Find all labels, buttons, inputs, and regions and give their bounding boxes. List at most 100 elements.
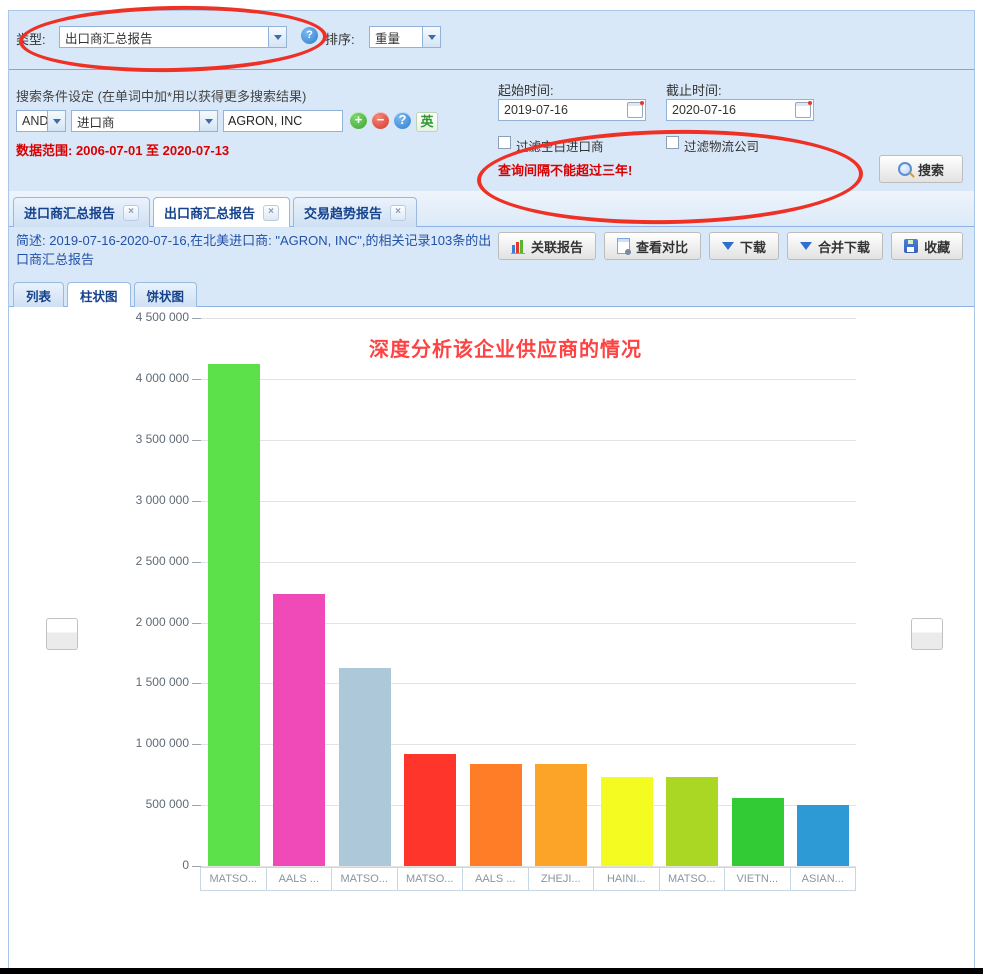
- y-axis-label: 0: [49, 858, 189, 872]
- bar[interactable]: [732, 798, 784, 866]
- search-field-select[interactable]: 进口商: [71, 110, 218, 132]
- download-button[interactable]: 下载: [709, 232, 779, 260]
- boolean-operator-select[interactable]: AND: [16, 110, 66, 132]
- start-date-field[interactable]: 2019-07-16: [498, 99, 646, 121]
- search-button[interactable]: 搜索: [879, 155, 963, 183]
- gridline: [201, 501, 856, 502]
- filter-logistics-checkbox[interactable]: [666, 136, 679, 149]
- bar[interactable]: [535, 764, 587, 866]
- y-axis-label: 4 500 000: [49, 310, 189, 324]
- chart-icon: [511, 239, 525, 254]
- chevron-down-icon[interactable]: [268, 27, 286, 47]
- filter-blank-importer-checkbox[interactable]: [498, 136, 511, 149]
- y-axis-label: 1 000 000: [49, 736, 189, 750]
- gridline: [201, 318, 856, 319]
- tick-mark: [192, 805, 201, 806]
- report-type-value: 出口商汇总报告: [60, 28, 268, 47]
- x-axis-label: ZHEJI...: [528, 867, 595, 891]
- end-date-field[interactable]: 2020-07-16: [666, 99, 814, 121]
- help-icon[interactable]: ?: [301, 27, 318, 44]
- tab-label: 饼状图: [147, 286, 185, 305]
- merge-download-button[interactable]: 合并下载: [787, 232, 883, 260]
- tab-close-icon[interactable]: ×: [390, 205, 406, 221]
- help-icon[interactable]: ?: [394, 112, 411, 129]
- y-axis-label: 1 500 000: [49, 675, 189, 689]
- report-type-select[interactable]: 出口商汇总报告: [59, 26, 287, 48]
- button-label: 查看对比: [636, 237, 688, 256]
- filter-logistics-label: 过滤物流公司: [684, 136, 759, 155]
- chart-title: 深度分析该企业供应商的情况: [369, 333, 642, 362]
- tab-label: 列表: [26, 286, 51, 305]
- type-toolbar: 类型: 出口商汇总报告 ? 排序: 重量: [9, 11, 974, 70]
- view-tab[interactable]: 饼状图: [134, 282, 198, 307]
- filter-blank-importer-label: 过滤空白进口商: [516, 136, 604, 155]
- chevron-down-icon[interactable]: [47, 111, 65, 131]
- tab-close-icon[interactable]: ×: [123, 205, 139, 221]
- button-label: 下载: [740, 237, 766, 256]
- action-button-bar: 关联报告 查看对比 下载 合并下载 收藏: [498, 232, 963, 260]
- tick-mark: [192, 744, 201, 745]
- view-tab[interactable]: 列表: [13, 282, 64, 307]
- view-tabstrip: 列表 柱状图 饼状图: [9, 278, 974, 307]
- tab-label: 柱状图: [80, 286, 118, 305]
- start-time-label: 起始时间:: [498, 80, 554, 99]
- y-axis-label: 2 000 000: [49, 615, 189, 629]
- bar[interactable]: [601, 777, 653, 866]
- x-axis-label: ASIAN...: [790, 867, 857, 891]
- gridline: [201, 562, 856, 563]
- sort-value: 重量: [370, 28, 422, 47]
- chevron-down-icon[interactable]: [199, 111, 217, 131]
- chevron-down-icon[interactable]: [422, 27, 440, 47]
- bottom-bar: [0, 968, 983, 974]
- bar[interactable]: [404, 754, 456, 866]
- merge-download-icon: [800, 242, 812, 256]
- bar-chart-panel: 深度分析该企业供应商的情况 4 500 000 4 000 000 3 500 00…: [9, 307, 974, 967]
- end-time-label: 截止时间:: [666, 80, 722, 99]
- remove-condition-icon[interactable]: −: [372, 112, 389, 129]
- bar[interactable]: [339, 668, 391, 866]
- x-axis-label: VIETN...: [724, 867, 791, 891]
- x-axis-label: MATSO...: [200, 867, 267, 891]
- download-icon: [722, 242, 734, 256]
- bar[interactable]: [470, 764, 522, 866]
- calendar-icon[interactable]: [627, 102, 643, 118]
- add-condition-icon[interactable]: +: [350, 112, 367, 129]
- search-button-label: 搜索: [918, 160, 944, 179]
- bar[interactable]: [666, 777, 718, 866]
- report-summary-text: 简述: 2019-07-16-2020-07-16,在北美进口商: "AGRON…: [16, 232, 494, 270]
- report-tab[interactable]: 出口商汇总报告×: [153, 197, 290, 227]
- sort-select[interactable]: 重量: [369, 26, 441, 48]
- y-axis-label: 4 000 000: [49, 371, 189, 385]
- tick-mark: [192, 318, 201, 319]
- bar[interactable]: [208, 364, 260, 866]
- bar[interactable]: [273, 594, 325, 866]
- tick-mark: [192, 623, 201, 624]
- x-axis-label: MATSO...: [659, 867, 726, 891]
- x-axis-label: AALS ...: [462, 867, 529, 891]
- tick-mark: [192, 501, 201, 502]
- scroll-right-button[interactable]: [911, 618, 943, 650]
- save-button[interactable]: 收藏: [891, 232, 963, 260]
- start-date-value: 2019-07-16: [499, 103, 627, 117]
- save-icon: [904, 239, 918, 253]
- tick-mark: [192, 683, 201, 684]
- search-conditions-header: 搜索条件设定 (在单词中加*用以获得更多搜索结果): [16, 86, 306, 105]
- y-axis-label: 3 500 000: [49, 432, 189, 446]
- y-axis-label: 500 000: [49, 797, 189, 811]
- compare-button[interactable]: 查看对比: [604, 232, 701, 260]
- language-toggle-button[interactable]: 英: [416, 112, 438, 132]
- x-axis-label: HAINI...: [593, 867, 660, 891]
- button-label: 收藏: [924, 237, 950, 256]
- chart-button[interactable]: 关联报告: [498, 232, 596, 260]
- view-tab[interactable]: 柱状图: [67, 282, 131, 307]
- tab-label: 进口商汇总报告: [24, 203, 115, 222]
- tick-mark: [192, 379, 201, 380]
- tick-mark: [192, 562, 201, 563]
- keyword-input[interactable]: [223, 110, 343, 132]
- report-tab[interactable]: 进口商汇总报告 ×: [13, 197, 150, 227]
- x-axis-label: MATSO...: [397, 867, 464, 891]
- calendar-icon[interactable]: [795, 102, 811, 118]
- report-tab[interactable]: 交易趋势报告×: [293, 197, 417, 227]
- bar[interactable]: [797, 805, 849, 866]
- tab-close-icon[interactable]: ×: [263, 205, 279, 221]
